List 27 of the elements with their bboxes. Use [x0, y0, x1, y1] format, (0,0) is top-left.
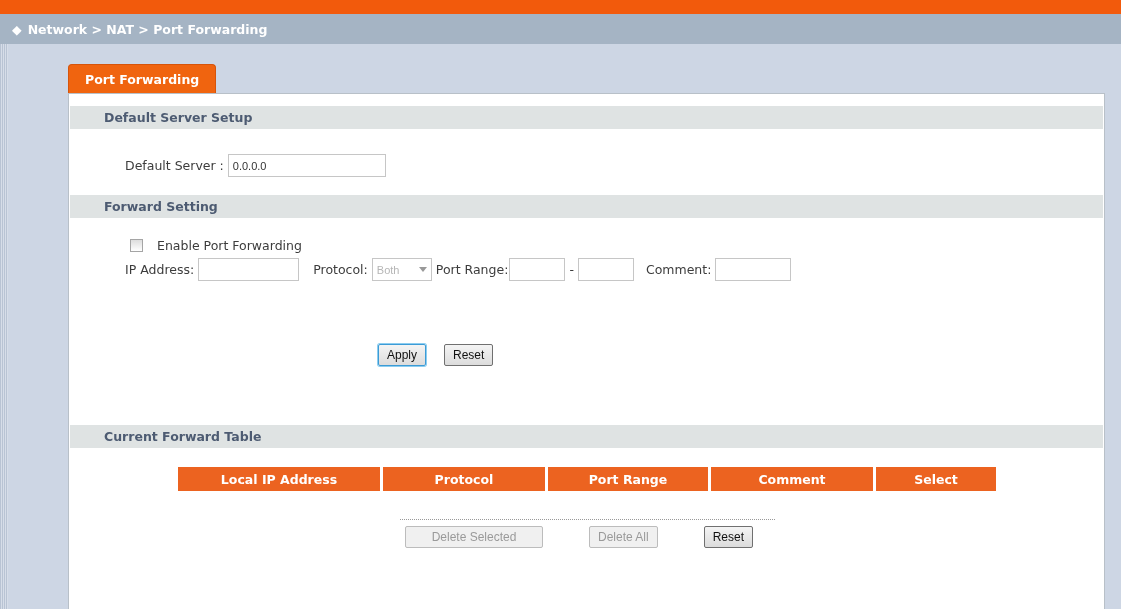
column-header: Local IP Address	[178, 467, 380, 491]
port-start-field[interactable]	[509, 258, 566, 281]
reset-button[interactable]: Reset	[444, 344, 494, 366]
section-header: Default Server Setup	[70, 106, 1103, 129]
apply-button[interactable]: Apply	[378, 344, 427, 366]
field-label: IP Address:	[125, 262, 195, 277]
range-separator: -	[569, 262, 574, 277]
field-label: Default Server :	[125, 158, 224, 173]
default-server-field[interactable]: 0.0.0.0	[227, 154, 386, 177]
column-header: Comment	[711, 467, 873, 491]
section-header: Current Forward Table	[70, 425, 1103, 448]
field-label: Port Range:	[435, 262, 509, 277]
port-end-field[interactable]	[577, 258, 634, 281]
field-label: Comment:	[645, 262, 712, 277]
checkbox-label: Enable Port Forwarding	[157, 238, 302, 253]
reset-button[interactable]: Reset	[703, 526, 754, 548]
checkbox[interactable]	[130, 239, 143, 252]
dropdown-icon	[418, 267, 427, 272]
column-header: Select	[876, 467, 996, 491]
breadcrumb: Network > NAT > Port Forwarding	[27, 21, 268, 37]
column-header: Port Range	[548, 467, 708, 491]
comment-field[interactable]	[715, 258, 792, 281]
diamond-icon: ◆	[12, 21, 22, 37]
section-header: Forward Setting	[70, 195, 1103, 218]
ip-address-field[interactable]	[198, 258, 300, 281]
column-header: Protocol	[383, 467, 545, 491]
field-label: Protocol:	[313, 262, 368, 277]
